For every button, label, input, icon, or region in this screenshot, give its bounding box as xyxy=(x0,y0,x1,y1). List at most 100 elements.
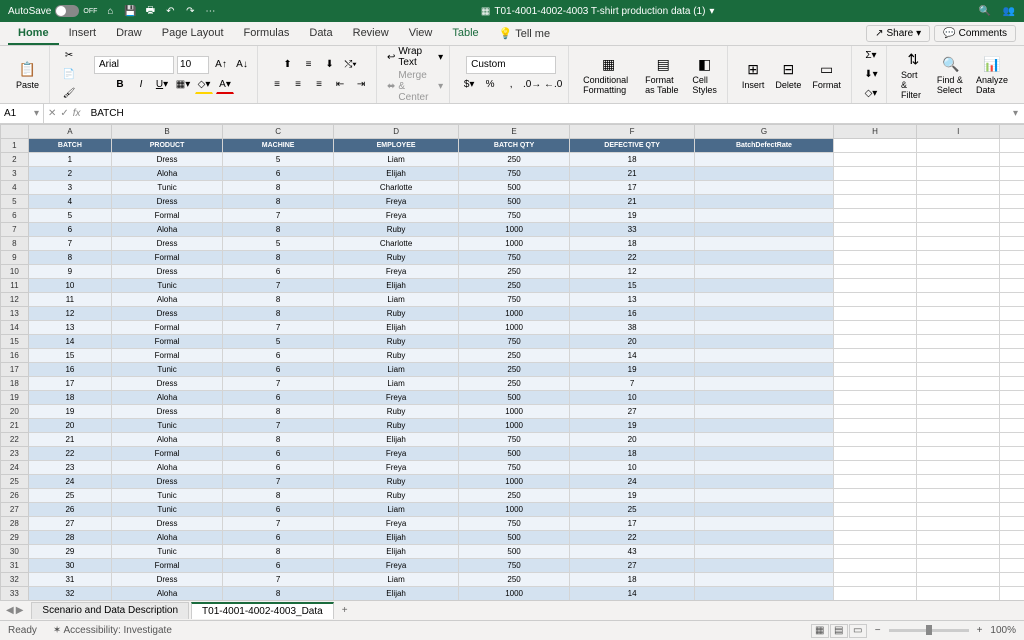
column-header[interactable]: C xyxy=(223,125,334,139)
cell[interactable]: Freya xyxy=(334,517,459,531)
row-header[interactable]: 9 xyxy=(1,251,29,265)
row-header[interactable]: 33 xyxy=(1,587,29,601)
cell[interactable]: Freya xyxy=(334,559,459,573)
cell[interactable] xyxy=(833,573,916,587)
cell[interactable]: 750 xyxy=(459,559,570,573)
cell[interactable]: 38 xyxy=(570,321,695,335)
cell[interactable] xyxy=(695,419,834,433)
cell[interactable] xyxy=(833,517,916,531)
cell[interactable]: Aloha xyxy=(112,461,223,475)
cell[interactable] xyxy=(833,363,916,377)
delete-cells-button[interactable]: ⊟Delete xyxy=(771,57,805,92)
cell[interactable]: Liam xyxy=(334,153,459,167)
cell[interactable] xyxy=(917,153,1000,167)
cell[interactable]: 6 xyxy=(28,223,111,237)
cell[interactable] xyxy=(833,391,916,405)
cell[interactable]: 20 xyxy=(28,419,111,433)
cell[interactable] xyxy=(917,265,1000,279)
cell[interactable]: Dress xyxy=(112,307,223,321)
row-header[interactable]: 22 xyxy=(1,433,29,447)
cell[interactable]: Freya xyxy=(334,461,459,475)
cell[interactable]: Ruby xyxy=(334,335,459,349)
cell[interactable]: 8 xyxy=(223,251,334,265)
cell[interactable] xyxy=(917,517,1000,531)
cell[interactable] xyxy=(833,447,916,461)
align-top-icon[interactable]: ⬆ xyxy=(279,56,297,74)
cell[interactable] xyxy=(695,475,834,489)
increase-decimal-icon[interactable]: .0→ xyxy=(523,76,541,94)
cell[interactable] xyxy=(833,587,916,601)
tellme-button[interactable]: 💡 Tell me xyxy=(489,23,560,44)
cell[interactable] xyxy=(695,209,834,223)
cell[interactable]: Tunic xyxy=(112,503,223,517)
cell[interactable]: 750 xyxy=(459,517,570,531)
ribbon-tab-page-layout[interactable]: Page Layout xyxy=(152,23,234,45)
cell[interactable] xyxy=(695,153,834,167)
cell[interactable]: 1000 xyxy=(459,307,570,321)
sheet-tab[interactable]: Scenario and Data Description xyxy=(31,602,189,619)
cell[interactable] xyxy=(1000,223,1024,237)
cell[interactable]: 750 xyxy=(459,209,570,223)
cell[interactable]: Liam xyxy=(334,503,459,517)
cell[interactable]: 7 xyxy=(223,419,334,433)
font-name-select[interactable] xyxy=(94,56,174,74)
find-select-button[interactable]: 🔍Find & Select xyxy=(933,52,969,97)
cell[interactable]: Elijah xyxy=(334,167,459,181)
column-header[interactable]: D xyxy=(334,125,459,139)
cell[interactable]: Liam xyxy=(334,293,459,307)
cell[interactable] xyxy=(695,377,834,391)
cell[interactable]: 13 xyxy=(28,321,111,335)
analyze-data-button[interactable]: 📊Analyze Data xyxy=(972,52,1012,97)
cell[interactable] xyxy=(695,195,834,209)
cell[interactable]: 9 xyxy=(28,265,111,279)
cell[interactable] xyxy=(1000,377,1024,391)
cell[interactable]: 25 xyxy=(570,503,695,517)
cell[interactable] xyxy=(833,139,916,153)
paste-button[interactable]: 📋 Paste xyxy=(12,57,43,92)
cell[interactable]: 2 xyxy=(28,167,111,181)
cell[interactable]: 1000 xyxy=(459,223,570,237)
cell[interactable] xyxy=(695,503,834,517)
cell[interactable]: 32 xyxy=(28,587,111,601)
cell[interactable]: 13 xyxy=(570,293,695,307)
row-header[interactable]: 6 xyxy=(1,209,29,223)
format-cells-button[interactable]: ▭Format xyxy=(808,57,845,92)
cell[interactable]: 19 xyxy=(570,363,695,377)
cell[interactable]: 5 xyxy=(223,335,334,349)
cell[interactable]: 1000 xyxy=(459,237,570,251)
cell[interactable]: 250 xyxy=(459,153,570,167)
cell[interactable] xyxy=(833,461,916,475)
cell[interactable]: Liam xyxy=(334,573,459,587)
ribbon-tab-data[interactable]: Data xyxy=(299,23,342,45)
row-header[interactable]: 5 xyxy=(1,195,29,209)
page-break-view-icon[interactable]: ▭ xyxy=(849,624,867,638)
ribbon-tab-insert[interactable]: Insert xyxy=(59,23,107,45)
comma-icon[interactable]: , xyxy=(502,76,520,94)
print-icon[interactable]: 🖶 xyxy=(143,4,157,18)
font-color-button[interactable]: A▾ xyxy=(216,76,234,94)
page-layout-view-icon[interactable]: ▤ xyxy=(830,624,848,638)
cell[interactable]: 250 xyxy=(459,489,570,503)
cell[interactable] xyxy=(917,405,1000,419)
decrease-font-icon[interactable]: A↓ xyxy=(233,56,251,74)
cell[interactable] xyxy=(833,433,916,447)
cell[interactable] xyxy=(1000,503,1024,517)
add-sheet-button[interactable]: + xyxy=(336,603,354,618)
cell[interactable] xyxy=(695,167,834,181)
cell[interactable] xyxy=(917,181,1000,195)
spreadsheet-grid[interactable]: ABCDEFGHIJKLMNOPQRSTU1BATCHPRODUCTMACHIN… xyxy=(0,124,1024,600)
cell[interactable]: 250 xyxy=(459,363,570,377)
cell[interactable] xyxy=(917,335,1000,349)
row-header[interactable]: 8 xyxy=(1,237,29,251)
table-header-cell[interactable]: MACHINE xyxy=(223,139,334,153)
underline-button[interactable]: U▾ xyxy=(153,76,171,94)
cell[interactable] xyxy=(917,363,1000,377)
cell[interactable]: 27 xyxy=(570,559,695,573)
row-header[interactable]: 11 xyxy=(1,279,29,293)
cell[interactable]: 16 xyxy=(28,363,111,377)
cell[interactable]: 14 xyxy=(570,587,695,601)
cell[interactable]: Aloha xyxy=(112,223,223,237)
cell[interactable]: 750 xyxy=(459,335,570,349)
cell[interactable]: 6 xyxy=(223,167,334,181)
table-header-cell[interactable]: DEFECTIVE QTY xyxy=(570,139,695,153)
